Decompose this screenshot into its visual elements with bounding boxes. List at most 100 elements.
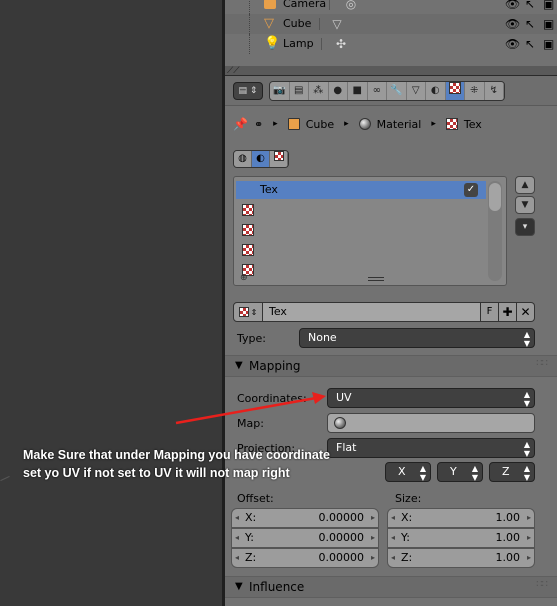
move-up-button[interactable]: ▲	[515, 176, 535, 194]
separator	[319, 18, 320, 30]
editor-type-button[interactable]: ▤ ⇕	[233, 82, 263, 100]
object-name[interactable]: Camera	[283, 0, 326, 10]
texture-type-dropdown[interactable]: None ▲ ▼	[299, 328, 535, 348]
slot-list-scrollbar[interactable]	[488, 181, 502, 281]
render-tab-icon[interactable]: 📷	[270, 82, 290, 100]
other-texture-button[interactable]	[270, 151, 288, 167]
outliner-row-cube[interactable]: ▽ Cube ▽ 👁 ↖ ▣	[225, 14, 557, 34]
context-tabs: 📷 ▤ ⁂ ● ■ ∞ 🔧 ▽ ◐ ⁜ ↯	[269, 81, 505, 101]
texture-datablock: ⇕ Tex F ✚ ✕	[233, 302, 535, 322]
camera-data-icon[interactable]: ◎	[343, 0, 359, 12]
drag-grip-icon[interactable]: ∷∷	[536, 358, 548, 369]
world-texture-button[interactable]: ◍	[234, 151, 252, 167]
slot-enable-checkbox[interactable]: ✓	[464, 183, 478, 197]
offset-label: Offset:	[237, 492, 274, 505]
texture-name-field[interactable]: Tex	[263, 302, 481, 322]
browse-texture-button[interactable]: ⇕	[233, 302, 263, 322]
texture-slot-row[interactable]	[236, 201, 486, 219]
object-name[interactable]: Lamp	[283, 37, 314, 50]
data-tab-icon[interactable]: ▽	[406, 82, 426, 100]
visibility-eye-icon[interactable]: 👁	[505, 37, 520, 51]
axis-z-dropdown[interactable]: Z ▲ ▼	[489, 462, 535, 482]
object-name[interactable]: Cube	[283, 17, 311, 30]
offset-y-field[interactable]: ◂ Y: 0.00000 ▸	[231, 528, 379, 548]
render-camera-icon[interactable]: ▣	[543, 37, 554, 51]
texture-tab-icon[interactable]	[445, 82, 465, 100]
area-split-bar[interactable]: ⟋⟋	[225, 66, 557, 76]
scene-tab-icon[interactable]: ⁂	[309, 82, 329, 100]
list-resize-grip[interactable]	[368, 277, 384, 281]
offset-x-field[interactable]: ◂ X: 0.00000 ▸	[231, 508, 379, 528]
mapping-panel-header[interactable]: ▼ Mapping ∷∷	[225, 355, 557, 377]
mesh-data-icon[interactable]: ▽	[329, 16, 345, 32]
mesh-object-icon: ▽	[264, 16, 274, 31]
visibility-eye-icon[interactable]: 👁	[505, 17, 520, 31]
axis-label: Y	[450, 465, 457, 478]
coordinates-dropdown[interactable]: UV ▲ ▼	[327, 388, 535, 408]
size-y-field[interactable]: ◂ Y: 1.00 ▸	[387, 528, 535, 548]
physics-tab-icon[interactable]: ↯	[484, 82, 504, 100]
select-cursor-icon[interactable]: ↖	[525, 0, 535, 11]
area-corner-grip-icon[interactable]: ⟋⟋	[227, 66, 240, 76]
breadcrumb-object: Cube	[305, 117, 335, 131]
influence-panel-header[interactable]: ▼ Influence ∷∷	[225, 576, 557, 598]
slot-menu-button[interactable]: ▾	[515, 218, 535, 236]
render-camera-icon[interactable]: ▣	[543, 17, 554, 31]
texture-slot-row[interactable]	[236, 221, 486, 239]
updown-arrows-icon: ▲ ▼	[523, 440, 530, 458]
world-tab-icon[interactable]: ●	[328, 82, 348, 100]
breadcrumb-separator-icon: ▸	[344, 119, 349, 129]
unlink-texture-icon[interactable]: ✕	[517, 302, 535, 322]
uv-map-field[interactable]	[327, 413, 535, 433]
outliner: Camera ◎ 👁 ↖ ▣ ▽ Cube ▽ 👁 ↖ ▣ 💡 Lamp ✣ 👁…	[225, 0, 557, 66]
visibility-eye-icon[interactable]: 👁	[505, 0, 520, 11]
outliner-row-lamp[interactable]: 💡 Lamp ✣ 👁 ↖ ▣	[225, 34, 557, 54]
slot-side-buttons: ▲ ▼ ▾	[515, 176, 535, 238]
uv-map-icon	[334, 417, 346, 429]
drag-grip-icon[interactable]: ∷∷	[536, 579, 548, 590]
move-down-button[interactable]: ▼	[515, 196, 535, 214]
select-cursor-icon[interactable]: ↖	[525, 17, 535, 31]
new-texture-icon[interactable]: ✚	[499, 302, 517, 322]
add-slot-icon[interactable]: ⊕	[240, 273, 248, 283]
material-icon	[358, 118, 371, 130]
size-z-field[interactable]: ◂ Z: 1.00 ▸	[387, 548, 535, 568]
pin-icon[interactable]: 📌	[233, 117, 248, 131]
breadcrumb-separator-icon: ▸	[273, 119, 278, 129]
annotation-text: Make Sure that under Mapping you have co…	[23, 446, 363, 482]
axis-y-dropdown[interactable]: Y ▲ ▼	[437, 462, 483, 482]
cube-icon	[287, 118, 300, 130]
constraints-tab-icon[interactable]: ∞	[367, 82, 387, 100]
render-camera-icon[interactable]: ▣	[543, 0, 554, 11]
collapse-triangle-icon: ▼	[235, 360, 243, 371]
modifiers-tab-icon[interactable]: 🔧	[387, 82, 407, 100]
camera-object-icon	[264, 0, 276, 9]
fake-user-button[interactable]: F	[481, 302, 499, 322]
outliner-row-camera[interactable]: Camera ◎ 👁 ↖ ▣	[225, 0, 557, 14]
breadcrumb-separator-icon: ▸	[431, 119, 436, 129]
texture-icon	[242, 204, 254, 216]
lamp-data-icon[interactable]: ✣	[333, 36, 349, 52]
size-x-field[interactable]: ◂ X: 1.00 ▸	[387, 508, 535, 528]
texture-slot-row[interactable]: Tex ✓	[236, 181, 486, 199]
select-cursor-icon[interactable]: ↖	[525, 37, 535, 51]
lamp-object-icon: 💡	[264, 36, 281, 51]
axis-x-dropdown[interactable]: X ▲ ▼	[385, 462, 431, 482]
object-tab-icon[interactable]: ■	[348, 82, 368, 100]
separator	[321, 38, 322, 50]
3d-viewport[interactable]	[0, 0, 224, 606]
texture-icon	[242, 224, 254, 236]
material-texture-button[interactable]: ◐	[252, 151, 270, 167]
scroll-thumb[interactable]	[489, 183, 501, 211]
offset-z-field[interactable]: ◂ Z: 0.00000 ▸	[231, 548, 379, 568]
material-tab-icon[interactable]: ◐	[426, 82, 446, 100]
particles-tab-icon[interactable]: ⁜	[465, 82, 485, 100]
texture-slot-list: Tex ✓ ⊕	[233, 176, 507, 286]
updown-arrows-icon: ▲ ▼	[471, 464, 478, 482]
separator	[329, 0, 330, 10]
render-layers-tab-icon[interactable]: ▤	[289, 82, 309, 100]
axis-label: X	[398, 465, 406, 478]
texture-slot-row[interactable]	[236, 241, 486, 259]
texture-slot-row[interactable]	[236, 261, 486, 279]
dropdown-value: None	[308, 331, 337, 344]
